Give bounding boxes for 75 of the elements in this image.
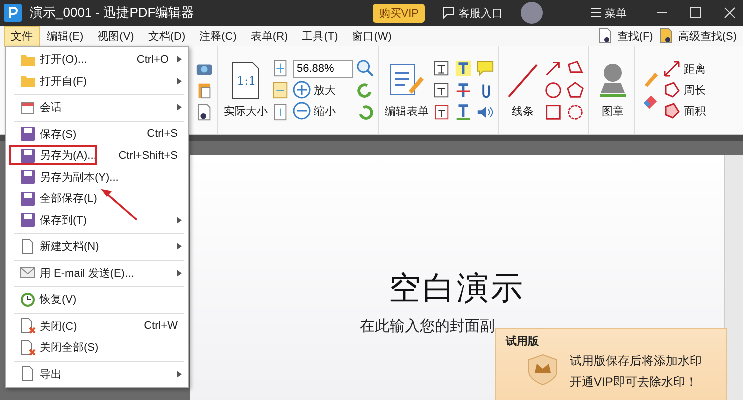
scrollbar[interactable] bbox=[724, 155, 743, 400]
strikeout-icon[interactable] bbox=[454, 80, 473, 100]
menu-option[interactable]: 新建文档(N) bbox=[6, 236, 188, 258]
page-icon bbox=[231, 61, 261, 101]
document-subtitle: 在此输入您的封面副 bbox=[360, 317, 495, 336]
text-field-icon[interactable] bbox=[432, 58, 451, 78]
popup-message: 开通VIP即可去除水印！ bbox=[570, 374, 698, 391]
chat-icon bbox=[443, 7, 455, 19]
menu-item[interactable]: 文档(D) bbox=[141, 26, 193, 46]
menu-option[interactable]: 导出 bbox=[6, 364, 188, 385]
annotation-arrow bbox=[101, 189, 138, 221]
menu-option[interactable]: 打开自(F) bbox=[6, 70, 188, 92]
highlight-text-icon[interactable] bbox=[454, 58, 473, 78]
buy-vip-button[interactable]: 购买VIP bbox=[373, 4, 425, 22]
rectangle-tool-icon[interactable] bbox=[544, 102, 563, 122]
avatar[interactable] bbox=[521, 2, 543, 24]
menu-item[interactable]: 文件 bbox=[4, 26, 40, 46]
menu-option[interactable]: 关闭全部(S) bbox=[6, 337, 188, 358]
document-icon bbox=[20, 366, 36, 382]
perimeter-tool-button[interactable]: 周长 bbox=[663, 81, 706, 99]
close-document-icon bbox=[20, 340, 36, 356]
menu-item[interactable]: 视图(V) bbox=[90, 26, 142, 46]
advanced-find-button[interactable]: 高级查找(S) bbox=[659, 28, 737, 44]
circle-tool-icon[interactable] bbox=[544, 80, 563, 100]
area-tool-button[interactable]: 面积 bbox=[663, 102, 706, 120]
zoom-field[interactable]: 56.88% bbox=[293, 60, 353, 78]
menu-item[interactable]: 编辑(E) bbox=[40, 26, 91, 46]
underline-icon[interactable] bbox=[454, 102, 473, 122]
menu-item[interactable]: 表单(R) bbox=[244, 26, 296, 46]
text-box-icon[interactable] bbox=[432, 80, 451, 100]
popup-message: 试用版保存后将添加水印 bbox=[570, 353, 702, 370]
menu-icon bbox=[591, 8, 601, 18]
polygon-outline-icon bbox=[663, 81, 681, 99]
document-title: 空白演示 bbox=[389, 269, 525, 308]
filled-polygon-icon bbox=[663, 102, 681, 120]
actual-size-button[interactable]: 1:1 实际大小 bbox=[224, 61, 268, 119]
menu-option[interactable]: 保存(S) Ctrl+S bbox=[6, 124, 188, 145]
line-tool-button[interactable]: 线条 bbox=[505, 61, 541, 119]
popup-title: 试用版 bbox=[506, 334, 540, 349]
crown-badge-icon bbox=[526, 353, 560, 387]
actual-size-label: 实际大小 bbox=[224, 104, 268, 119]
pentagon-tool-icon[interactable] bbox=[566, 80, 585, 100]
menu-option[interactable]: 打开(O)... Ctrl+O bbox=[6, 49, 188, 70]
document-icon bbox=[20, 238, 36, 255]
cloud-tool-icon[interactable] bbox=[566, 102, 585, 122]
plus-circle-icon bbox=[293, 81, 311, 99]
menu-item[interactable]: 注释(C) bbox=[192, 26, 244, 46]
menu-option[interactable]: 恢复(V) bbox=[6, 289, 188, 310]
envelope-icon bbox=[20, 265, 36, 282]
close-document-icon bbox=[20, 318, 36, 334]
menu-option[interactable]: 另存为副本(Y)... bbox=[6, 166, 188, 188]
folder-icon bbox=[20, 73, 36, 90]
edit-form-button[interactable]: 编辑表单 bbox=[385, 61, 429, 119]
distance-tool-button[interactable]: 距离 bbox=[663, 60, 706, 78]
menu-option[interactable]: 保存到(T) bbox=[6, 210, 188, 231]
zoom-in-button[interactable]: 放大 bbox=[293, 81, 353, 99]
menu-button[interactable]: 菜单 bbox=[591, 6, 627, 20]
window-title: 演示_0001 - 迅捷PDF编辑器 bbox=[30, 4, 196, 22]
double-arrow-icon bbox=[663, 60, 681, 78]
menu-option[interactable]: 另存为(A)... Ctrl+Shift+S bbox=[6, 145, 188, 166]
find-button[interactable]: 查找(F) bbox=[598, 28, 654, 44]
actual-size-glyph: 1:1 bbox=[237, 74, 256, 88]
menu-item[interactable]: 工具(T) bbox=[295, 26, 346, 46]
stamp-button[interactable]: 图章 bbox=[595, 61, 631, 119]
menu-option[interactable]: 关闭(C) Ctrl+W bbox=[6, 316, 188, 337]
restore-icon bbox=[20, 292, 36, 308]
menu-option[interactable]: 用 E-mail 发送(E)... bbox=[6, 262, 188, 284]
app-logo-icon bbox=[4, 4, 22, 22]
magnifier-icon[interactable] bbox=[356, 58, 375, 78]
support-link[interactable]: 客服入口 bbox=[443, 6, 503, 20]
menu-item[interactable]: 窗口(W) bbox=[345, 26, 399, 46]
minus-circle-icon bbox=[293, 102, 311, 120]
menu-option[interactable]: 会话 bbox=[6, 97, 188, 118]
zoom-out-button[interactable]: 缩小 bbox=[293, 102, 353, 120]
calendar-icon bbox=[20, 100, 36, 116]
